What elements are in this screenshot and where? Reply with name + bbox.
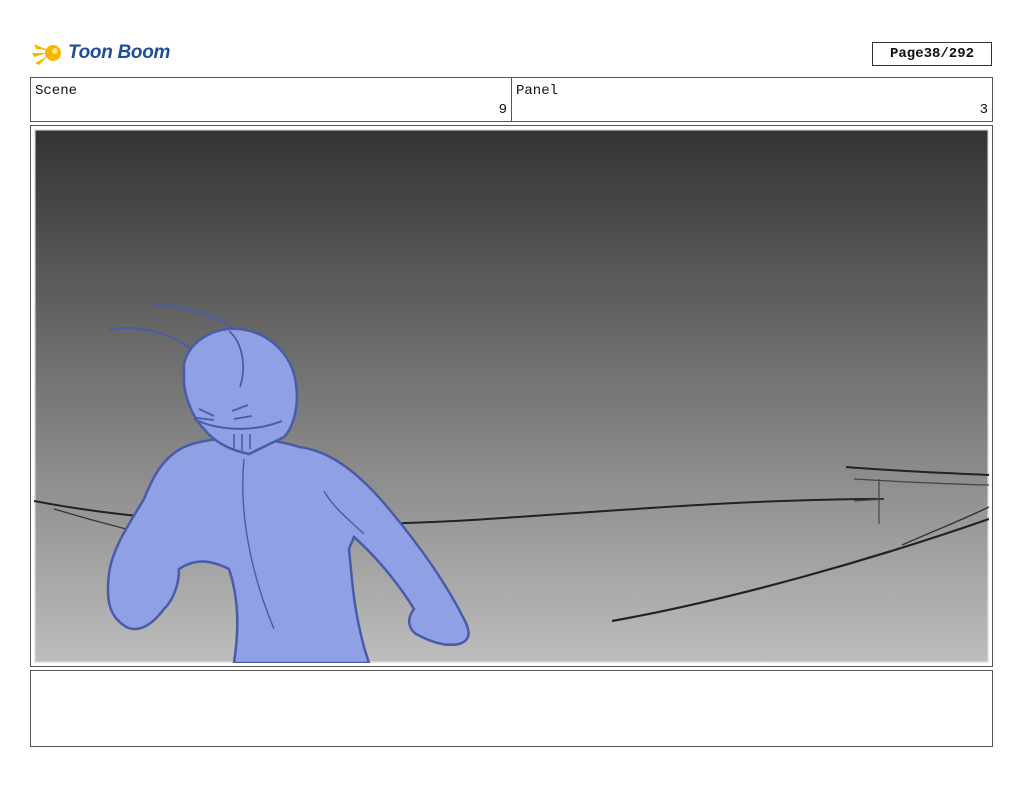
panel-drawing: [34, 129, 989, 663]
scene-panel-info: Scene 9 Panel 3: [30, 77, 993, 122]
panel-value: 3: [979, 102, 988, 118]
storyboard-panel: [30, 125, 993, 667]
scene-cell: Scene 9: [31, 78, 511, 121]
page-indicator: Page 38/292: [872, 42, 992, 66]
scene-value: 9: [498, 102, 507, 118]
logo-text: Toon Boom: [68, 42, 171, 63]
comet-icon: [32, 44, 61, 65]
panel-label: Panel: [516, 83, 559, 99]
page-value: 38/292: [923, 46, 975, 62]
scene-label: Scene: [35, 83, 78, 99]
panel-cell: Panel 3: [511, 78, 992, 121]
page-label: Page: [889, 46, 924, 62]
toon-boom-logo: Toon Boom: [32, 36, 170, 70]
notes-area: [30, 670, 993, 747]
